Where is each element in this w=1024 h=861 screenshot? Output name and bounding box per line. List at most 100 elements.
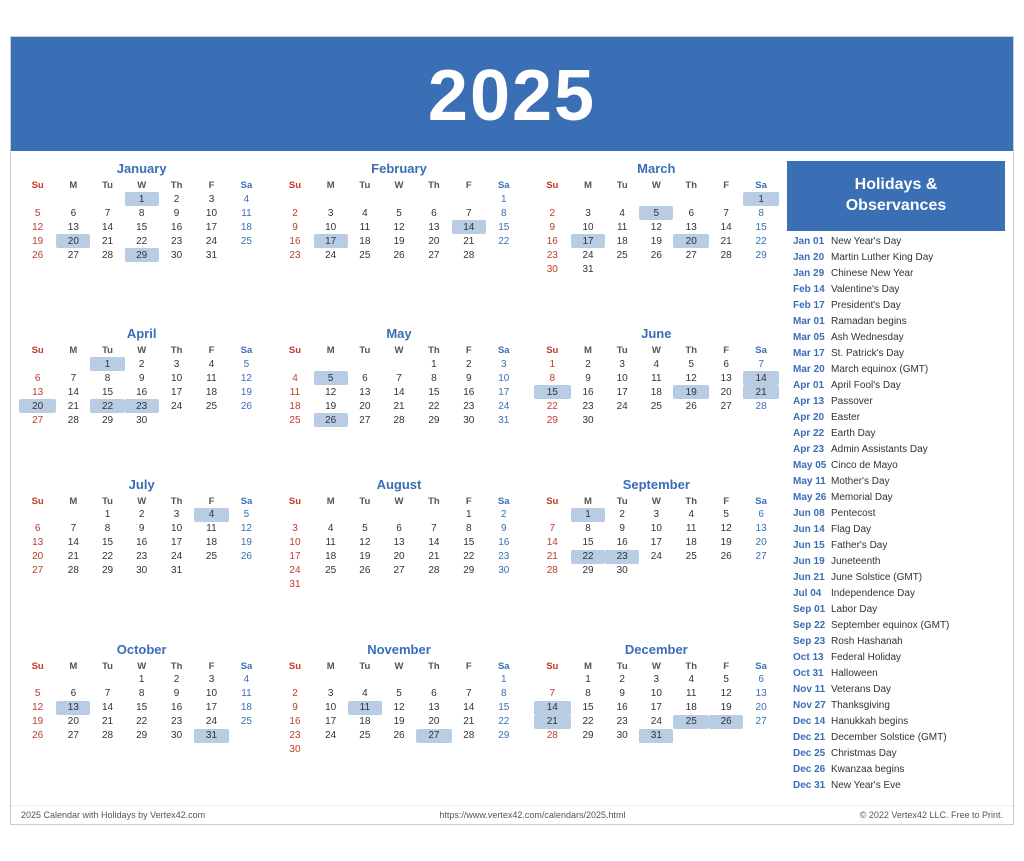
calendar-day: 9	[486, 522, 522, 536]
calendar-day: 30	[605, 729, 639, 743]
calendar-day: 22	[90, 550, 124, 564]
calendar-day: 21	[452, 715, 486, 729]
holiday-date: May 11	[793, 475, 831, 489]
calendar-day: 31	[571, 262, 605, 276]
calendar-day: 12	[19, 701, 56, 715]
calendar-day: 8	[90, 522, 124, 536]
calendar-day: 4	[639, 357, 673, 371]
calendar-day: 11	[639, 371, 673, 385]
calendar-day	[673, 413, 709, 427]
calendar-day: 2	[159, 192, 195, 206]
calendar-day	[534, 673, 571, 687]
calendar-day: 31	[276, 578, 313, 592]
holiday-name: New Year's Eve	[831, 779, 901, 793]
calendar-day: 26	[709, 550, 743, 564]
calendar-day: 4	[673, 673, 709, 687]
calendar-day: 20	[673, 234, 709, 248]
holiday-date: Sep 23	[793, 635, 831, 649]
calendar-day: 27	[56, 729, 90, 743]
holiday-item: Mar 01Ramadan begins	[793, 315, 999, 329]
holiday-date: Apr 22	[793, 427, 831, 441]
month-title: November	[276, 642, 521, 657]
calendar-day: 29	[743, 248, 779, 262]
calendar-day	[673, 564, 709, 578]
calendar-day	[382, 673, 416, 687]
holiday-item: May 05Cinco de Mayo	[793, 459, 999, 473]
holiday-name: March equinox (GMT)	[831, 363, 928, 377]
holiday-date: Nov 11	[793, 683, 831, 697]
calendar-day: 30	[534, 262, 571, 276]
calendar-day: 1	[571, 673, 605, 687]
calendar-day	[314, 743, 348, 757]
calendar-day: 15	[486, 701, 522, 715]
calendar-day: 25	[194, 399, 228, 413]
calendar-day: 1	[452, 508, 486, 522]
calendar-day: 6	[348, 371, 382, 385]
calendar-day: 18	[605, 234, 639, 248]
calendar-day: 7	[743, 357, 779, 371]
calendar-day: 28	[534, 564, 571, 578]
calendar-day: 14	[90, 220, 124, 234]
calendar-day: 16	[276, 234, 313, 248]
holiday-date: Jan 01	[793, 235, 831, 249]
calendar-day: 7	[382, 371, 416, 385]
calendar-day: 18	[348, 715, 382, 729]
month-march: MarchSuMTuWThFSa123456789101112131415161…	[534, 161, 779, 318]
holiday-item: Dec 14Hanukkah begins	[793, 715, 999, 729]
holiday-date: Jul 04	[793, 587, 831, 601]
calendar-day: 13	[416, 220, 452, 234]
footer: 2025 Calendar with Holidays by Vertex42.…	[11, 805, 1013, 824]
calendar-day: 17	[639, 536, 673, 550]
holiday-date: Sep 22	[793, 619, 831, 633]
calendar-day: 31	[194, 248, 228, 262]
calendar-day	[229, 564, 265, 578]
calendar-day	[276, 357, 313, 371]
calendar-day: 23	[605, 715, 639, 729]
calendar-day: 21	[743, 385, 779, 399]
calendar-day: 10	[314, 701, 348, 715]
calendar-day: 14	[382, 385, 416, 399]
calendar-day: 28	[56, 413, 90, 427]
calendar-day: 5	[709, 673, 743, 687]
calendar-day: 7	[709, 206, 743, 220]
calendar-day: 20	[19, 399, 56, 413]
holiday-name: Martin Luther King Day	[831, 251, 933, 265]
calendar-day: 27	[382, 564, 416, 578]
calendar-day: 28	[56, 564, 90, 578]
calendar-day: 21	[709, 234, 743, 248]
holiday-date: Mar 05	[793, 331, 831, 345]
calendar-day: 10	[486, 371, 522, 385]
calendar-day: 3	[639, 508, 673, 522]
calendar-day: 14	[56, 385, 90, 399]
calendar-day	[348, 357, 382, 371]
calendar-day: 19	[382, 715, 416, 729]
calendar-day	[229, 413, 265, 427]
calendar-day: 12	[314, 385, 348, 399]
calendar-day: 25	[229, 234, 265, 248]
calendar-day: 1	[90, 357, 124, 371]
calendar-day: 26	[229, 550, 265, 564]
calendar-day	[382, 508, 416, 522]
calendar-day: 5	[229, 508, 265, 522]
calendar-day	[743, 262, 779, 276]
month-title: December	[534, 642, 779, 657]
calendar-day	[605, 262, 639, 276]
calendar-day: 18	[276, 399, 313, 413]
calendar-day: 23	[534, 248, 571, 262]
calendar-day: 18	[194, 385, 228, 399]
holiday-date: Apr 13	[793, 395, 831, 409]
calendar-day: 14	[534, 701, 571, 715]
calendar-day	[605, 192, 639, 206]
calendar-day: 4	[673, 508, 709, 522]
calendar-day: 29	[90, 564, 124, 578]
calendar-day: 21	[90, 715, 124, 729]
calendar-day	[709, 413, 743, 427]
calendar-day: 1	[534, 357, 571, 371]
calendar-day: 25	[673, 550, 709, 564]
calendar-day	[452, 743, 486, 757]
calendar-day: 26	[19, 248, 56, 262]
calendar-day: 7	[56, 371, 90, 385]
calendar-day: 28	[90, 729, 124, 743]
calendar-day: 24	[314, 248, 348, 262]
calendar-day: 2	[452, 357, 486, 371]
